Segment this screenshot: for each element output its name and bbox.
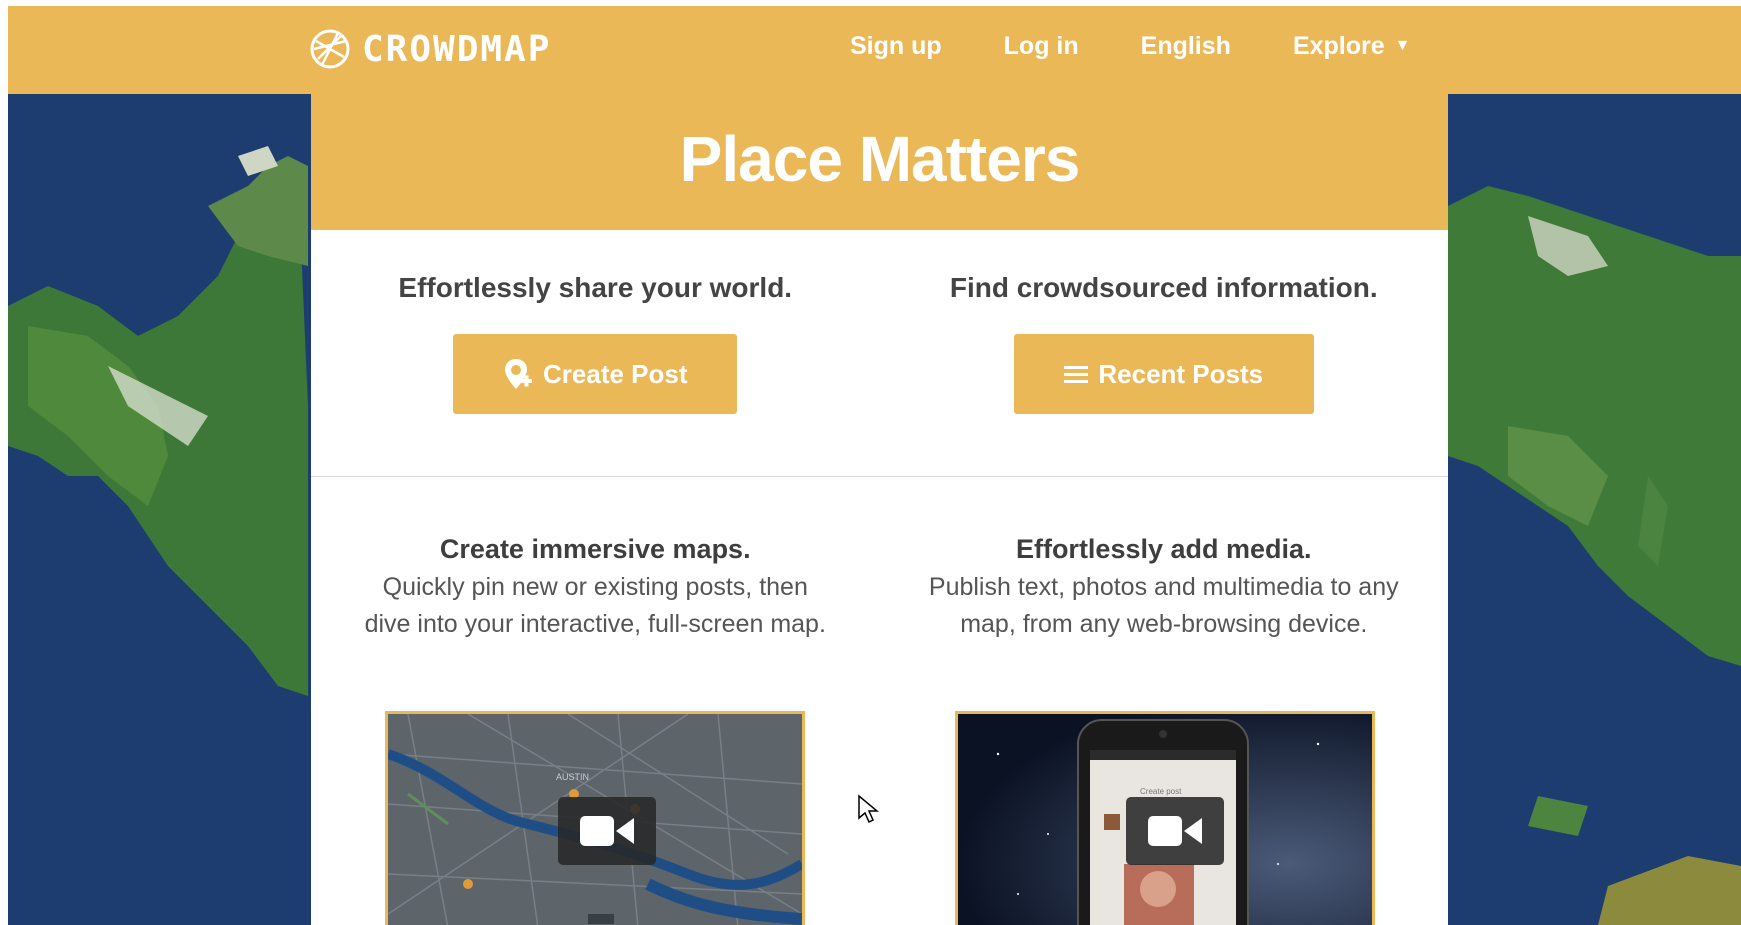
nav-explore[interactable]: Explore ▼: [1293, 32, 1411, 61]
map-pin-plus-icon: [505, 359, 532, 389]
top-navigation-bar: CROWDMAP Sign up Log in English Explore ▼: [8, 6, 1741, 94]
feature-row: Create immersive maps. Quickly pin new o…: [311, 534, 1448, 643]
nav-explore-label: Explore: [1292, 32, 1385, 60]
phone-screen-title: Create post: [1140, 787, 1182, 796]
chevron-down-icon: ▼: [1394, 37, 1411, 54]
media-video-thumbnail[interactable]: Create post: [955, 711, 1375, 925]
browser-viewport: CROWDMAP Sign up Log in English Explore ▼…: [8, 6, 1741, 925]
media-feature: Effortlessly add media. Publish text, ph…: [880, 534, 1449, 643]
recent-posts-button[interactable]: Recent Posts: [1013, 334, 1314, 414]
logo-text: CROWDMAP: [362, 28, 552, 70]
create-post-label: Create Post: [543, 358, 688, 389]
section-divider: [311, 476, 1448, 477]
mouse-cursor-icon: [858, 794, 879, 824]
maps-feature: Create immersive maps. Quickly pin new o…: [311, 534, 880, 643]
find-tagline: Find crowdsourced information.: [949, 272, 1378, 303]
hero-title: Place Matters: [679, 123, 1081, 195]
media-feature-description: Publish text, photos and multimedia to a…: [928, 573, 1399, 638]
create-column: Effortlessly share your world. Create Po…: [311, 230, 880, 476]
list-icon: [1064, 366, 1089, 383]
hero-banner: Place Matters: [311, 94, 1448, 230]
maps-feature-description: Quickly pin new or existing posts, then …: [364, 573, 826, 638]
nav-sign-up[interactable]: Sign up: [850, 32, 942, 61]
share-tagline: Effortlessly share your world.: [398, 272, 793, 303]
maps-video-thumbnail[interactable]: AUSTIN: [385, 711, 805, 925]
nav-log-in[interactable]: Log in: [1004, 32, 1079, 61]
main-panel: Place Matters Effortlessly share your wo…: [311, 94, 1448, 925]
recent-posts-label: Recent Posts: [1098, 358, 1264, 389]
video-camera-icon: [1148, 816, 1202, 846]
play-video-button[interactable]: [1126, 797, 1224, 865]
media-feature-title: Effortlessly add media.: [1015, 534, 1312, 564]
crowdmap-logo[interactable]: CROWDMAP: [308, 24, 551, 74]
video-camera-icon: [580, 816, 634, 846]
play-video-button[interactable]: [558, 797, 656, 865]
maps-feature-title: Create immersive maps.: [439, 534, 751, 564]
nav-language[interactable]: English: [1141, 32, 1231, 61]
main-nav: Sign up Log in English Explore ▼: [850, 32, 1410, 61]
action-row: Effortlessly share your world. Create Po…: [311, 230, 1448, 476]
recent-column: Find crowdsourced information. Recent Po…: [880, 230, 1449, 476]
crowdmap-globe-icon: [310, 29, 350, 69]
map-city-label: AUSTIN: [556, 772, 589, 782]
create-post-button[interactable]: Create Post: [453, 334, 738, 414]
